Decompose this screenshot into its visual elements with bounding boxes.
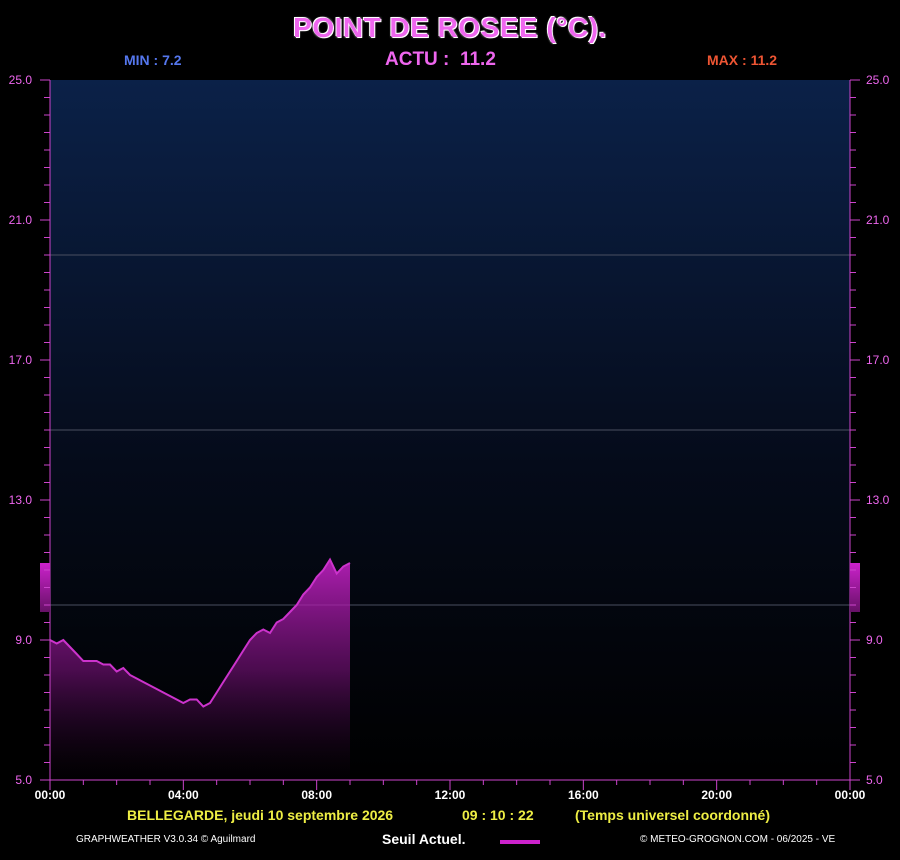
x-ticks: 00:00 04:00 08:00 12:00 16:00 20:00 00:00 bbox=[35, 780, 866, 802]
x-tick-label: 08:00 bbox=[301, 788, 332, 802]
y-tick-label-right: 21.0 bbox=[866, 213, 890, 227]
y-tick-label-right: 25.0 bbox=[866, 73, 890, 87]
y-tick-label-right: 17.0 bbox=[866, 353, 890, 367]
y-tick-label-right: 5.0 bbox=[866, 773, 883, 787]
y-tick-label-left: 21.0 bbox=[9, 213, 33, 227]
x-tick-label: 00:00 bbox=[35, 788, 66, 802]
y-tick-label-left: 17.0 bbox=[9, 353, 33, 367]
footer-timezone: (Temps universel coordonné) bbox=[575, 807, 770, 823]
dewpoint-chart: 5.0 5.0 9.0 9.0 13.0 13.0 17.0 17.0 21.0 21.0 25.0… bbox=[9, 73, 890, 802]
x-tick-label: 16:00 bbox=[568, 788, 599, 802]
legend-swatch bbox=[500, 840, 540, 844]
legend-label: Seuil Actuel. bbox=[382, 831, 466, 847]
x-tick-label: 12:00 bbox=[435, 788, 466, 802]
x-tick-label: 04:00 bbox=[168, 788, 199, 802]
y-tick-label-right: 13.0 bbox=[866, 493, 890, 507]
y-tick-label-left: 9.0 bbox=[15, 633, 32, 647]
y-tick-label-left: 25.0 bbox=[9, 73, 33, 87]
footer-location: BELLEGARDE, jeudi 10 septembre 2026 bbox=[127, 807, 394, 823]
y-tick-label-right: 9.0 bbox=[866, 633, 883, 647]
footer-time: 09 : 10 : 22 bbox=[462, 807, 534, 823]
y-tick-label-left: 13.0 bbox=[9, 493, 33, 507]
x-tick-label: 00:00 bbox=[835, 788, 866, 802]
y-tick-label-left: 5.0 bbox=[15, 773, 32, 787]
x-tick-label: 20:00 bbox=[701, 788, 732, 802]
credit-right: © METEO-GROGNON.COM - 06/2025 - VE bbox=[640, 834, 836, 845]
credit-left: GRAPHWEATHER V3.0.34 © Aguilmard bbox=[76, 834, 256, 845]
